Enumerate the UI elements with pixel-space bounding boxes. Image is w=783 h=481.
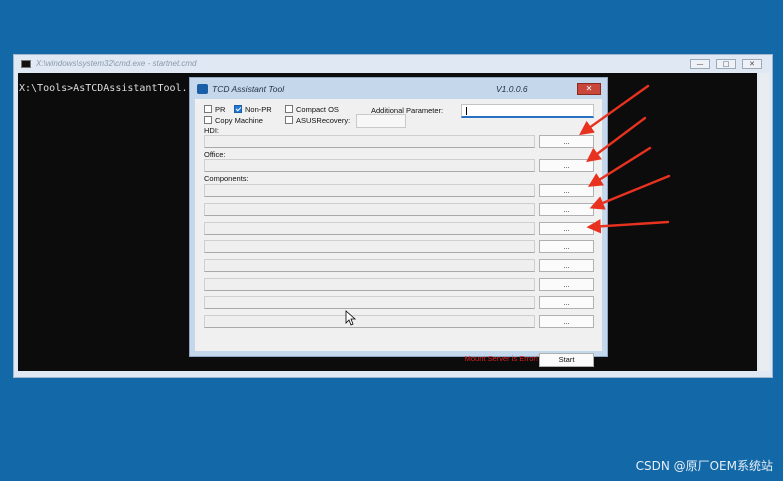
annotation-arrow-5: [586, 219, 670, 234]
annotation-arrow-3: [587, 146, 652, 187]
annotation-arrow-1: [579, 84, 650, 136]
annotation-overlay: [345, 84, 671, 326]
mouse-cursor-icon: [345, 310, 357, 326]
watermark: CSDN @原厂OEM系统站: [635, 459, 773, 473]
annotation-arrow-4: [589, 174, 671, 210]
annotation-arrow-2: [586, 116, 647, 163]
